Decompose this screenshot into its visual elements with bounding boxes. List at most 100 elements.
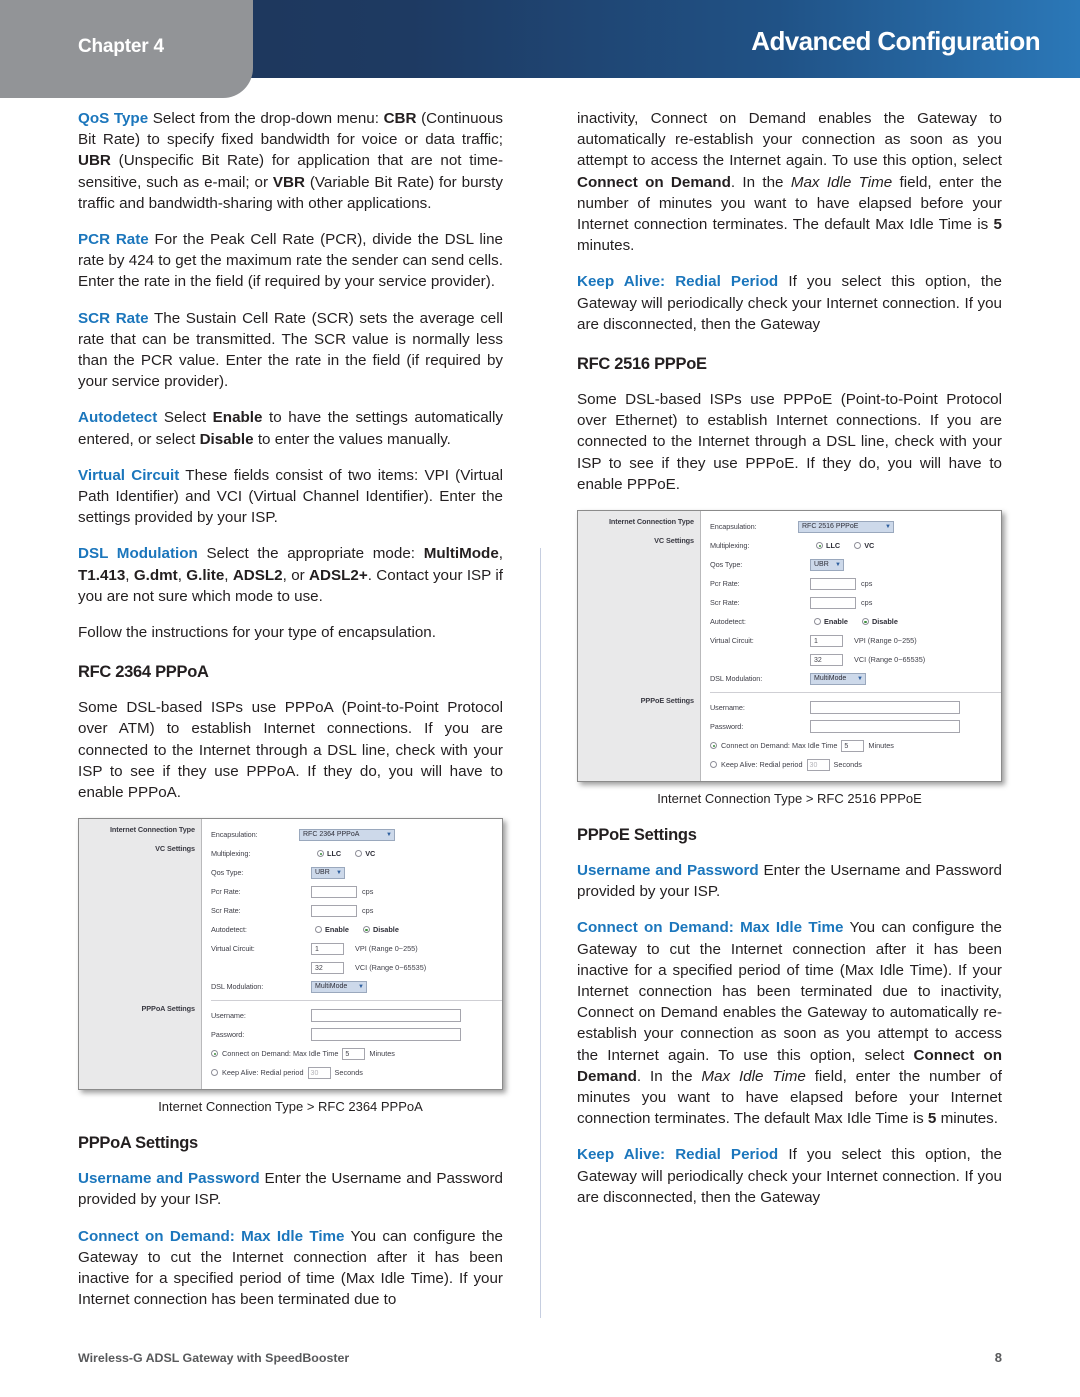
column-divider: [540, 548, 541, 1318]
label-vc-settings: VC Settings: [155, 844, 195, 854]
multiplexing-label: Multiplexing:: [211, 849, 251, 859]
pcr-rate-input[interactable]: [810, 577, 856, 590]
paragraph-connect-on-demand-left: Connect on Demand: Max Idle Time You can…: [78, 1226, 503, 1311]
redial-period-unit: Seconds: [833, 760, 862, 770]
paragraph-qos-type: QoS Type Select from the drop-down menu:…: [78, 108, 503, 214]
text: minutes.: [577, 237, 635, 255]
vci-input[interactable]: 32: [311, 961, 344, 974]
autodetect-enable-radio[interactable]: Enable: [315, 925, 349, 934]
autodetect-disable-radio[interactable]: Disable: [362, 925, 399, 935]
vpi-range-label: VPI (Range 0~255): [854, 636, 917, 646]
keep-alive-radio[interactable]: [710, 761, 717, 769]
row-keep-alive: Keep Alive: Redial period 30 Seconds: [202, 1063, 502, 1082]
scr-rate-label: Scr Rate:: [710, 598, 740, 608]
paragraph-rfc-2516-body: Some DSL-based ISPs use PPPoE (Point-to-…: [577, 391, 1002, 493]
username-input[interactable]: [810, 701, 960, 715]
redial-period-input[interactable]: 30: [806, 758, 830, 771]
pcr-rate-input[interactable]: [311, 885, 357, 898]
scr-rate-label: Scr Rate:: [211, 906, 241, 916]
encapsulation-label: Encapsulation:: [710, 522, 757, 532]
row-virtual-circuit-vci: 32 VCI (Range 0~65535): [202, 958, 502, 977]
password-input[interactable]: [311, 1028, 461, 1042]
chevron-down-icon: ▼: [386, 831, 392, 838]
qos-type-select[interactable]: UBR ▼: [810, 558, 844, 571]
row-autodetect: Autodetect: Enable Disable: [701, 612, 1001, 631]
max-idle-time-input[interactable]: 5: [342, 1047, 366, 1060]
autodetect-label: Autodetect:: [211, 925, 247, 935]
qos-type-select[interactable]: UBR ▼: [311, 866, 345, 879]
multiplexing-vc-radio[interactable]: VC: [854, 541, 874, 550]
password-input[interactable]: [810, 720, 960, 734]
text: Select: [157, 409, 213, 427]
autodetect-disable-radio[interactable]: Disable: [861, 617, 898, 626]
encapsulation-label: Encapsulation:: [211, 830, 258, 840]
vpi-input[interactable]: 1: [311, 942, 344, 955]
vpi-input[interactable]: 1: [810, 634, 843, 647]
row-pcr-rate: Pcr Rate: cps: [701, 574, 1001, 593]
paragraph-scr-rate: SCR Rate The Sustain Cell Rate (SCR) set…: [78, 308, 503, 393]
text-bold: G.lite: [186, 566, 225, 584]
pcr-rate-label: Pcr Rate:: [710, 579, 740, 589]
multiplexing-llc-radio[interactable]: LLC: [816, 541, 840, 550]
label-internet-connection-type: Internet Connection Type: [608, 517, 694, 527]
dsl-modulation-select[interactable]: MultiMode ▼: [311, 980, 367, 993]
pppoa-fields: Encapsulation: RFC 2364 PPPoA ▼ Multiple…: [202, 819, 502, 1090]
paragraph-virtual-circuit: Virtual Circuit These fields consist of …: [78, 465, 503, 529]
multiplexing-llc-label: LLC: [826, 541, 841, 551]
scr-rate-unit: cps: [362, 906, 374, 916]
max-idle-time-input[interactable]: 5: [841, 739, 865, 752]
multiplexing-vc-label: VC: [864, 541, 875, 551]
chevron-down-icon: ▼: [835, 561, 841, 568]
lead-username-password: Username and Password: [78, 1170, 260, 1188]
text-bold: UBR: [78, 152, 111, 170]
text: ,: [498, 545, 503, 563]
autodetect-enable-radio[interactable]: Enable: [814, 617, 848, 626]
paragraph-keep-alive-bottom: Keep Alive: Redial Period If you select …: [577, 1144, 1002, 1208]
multiplexing-llc-radio[interactable]: LLC: [317, 849, 341, 858]
text-bold: CBR: [383, 110, 417, 127]
scr-rate-input[interactable]: [810, 596, 856, 609]
row-dsl-modulation: DSL Modulation: MultiMode ▼: [701, 669, 1001, 688]
qos-type-label: Qos Type:: [211, 868, 244, 878]
figure-pppoe-screenshot: Internet Connection Type VC Settings PPP…: [577, 510, 1002, 783]
connect-on-demand-radio[interactable]: [211, 1050, 218, 1058]
encapsulation-value: RFC 2516 PPPoE: [802, 523, 859, 531]
text: inactivity, Connect on Demand enables th…: [577, 110, 1002, 170]
vci-input[interactable]: 32: [810, 653, 843, 666]
page-header: Chapter 4 Advanced Configuration: [0, 0, 1080, 98]
chevron-down-icon: ▼: [857, 675, 863, 682]
redial-period-input[interactable]: 30: [307, 1066, 331, 1079]
connect-on-demand-radio[interactable]: [710, 742, 717, 750]
radio-icon: [814, 618, 821, 626]
autodetect-disable-label: Disable: [372, 925, 399, 935]
autodetect-enable-label: Enable: [824, 617, 848, 627]
row-multiplexing: Multiplexing: LLC VC: [202, 844, 502, 863]
username-input[interactable]: [311, 1009, 461, 1023]
virtual-circuit-label: Virtual Circuit:: [211, 944, 255, 954]
multiplexing-vc-radio[interactable]: VC: [355, 849, 375, 858]
pppoa-section-labels: Internet Connection Type VC Settings PPP…: [79, 819, 202, 1090]
text: , or: [282, 566, 310, 584]
text: Select the appropriate mode:: [197, 545, 424, 563]
row-qos-type: Qos Type: UBR ▼: [701, 555, 1001, 574]
text: Select from the drop-down menu:: [148, 110, 384, 127]
footer-product-name: Wireless-G ADSL Gateway with SpeedBooste…: [78, 1351, 350, 1365]
lead-qos-type: QoS Type: [78, 110, 149, 127]
dsl-modulation-select[interactable]: MultiMode ▼: [810, 672, 866, 685]
lead-keep-alive: Keep Alive: Redial Period: [577, 273, 779, 291]
encapsulation-select[interactable]: RFC 2516 PPPoE ▼: [798, 520, 894, 533]
text: ,: [125, 566, 134, 584]
row-username: Username:: [202, 1006, 502, 1025]
text-bold: Connect on Demand: [577, 173, 731, 191]
encapsulation-select[interactable]: RFC 2364 PPPoA ▼: [299, 828, 395, 841]
text-bold: ADSL2: [232, 566, 283, 584]
label-pppoe-settings: PPPoE Settings: [640, 696, 694, 706]
row-password: Password:: [202, 1025, 502, 1044]
scr-rate-input[interactable]: [311, 904, 357, 917]
keep-alive-radio[interactable]: [211, 1069, 218, 1077]
heading-pppoa-settings: PPPoA Settings: [78, 1134, 198, 1153]
row-scr-rate: Scr Rate: cps: [701, 593, 1001, 612]
row-multiplexing: Multiplexing: LLC VC: [701, 536, 1001, 555]
radio-icon: [854, 542, 862, 550]
row-encapsulation: Encapsulation: RFC 2516 PPPoE ▼: [701, 517, 1001, 536]
